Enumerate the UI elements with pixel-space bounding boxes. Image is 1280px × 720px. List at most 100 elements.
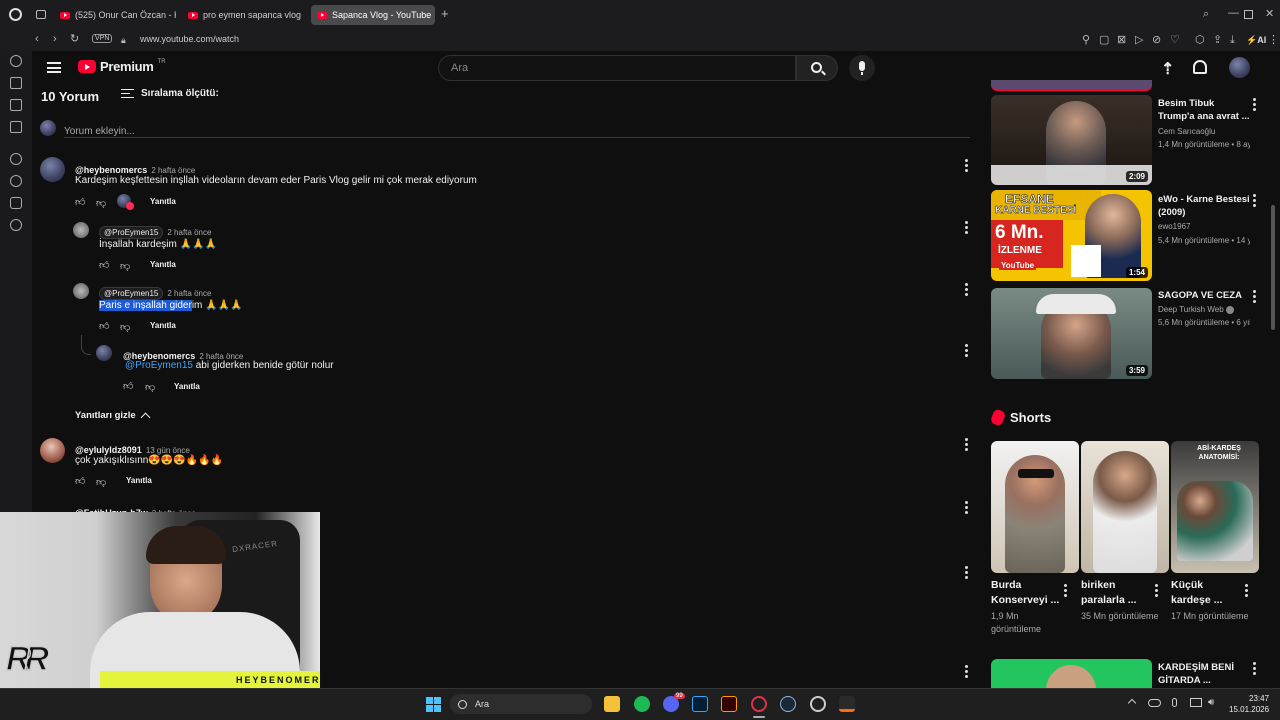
tab-overview-icon[interactable] [36, 10, 46, 19]
tray-monitor-icon[interactable] [1190, 698, 1202, 707]
dislike-icon[interactable]: 👎︎ [96, 197, 106, 209]
comment-menu-icon[interactable] [965, 665, 969, 679]
short-thumbnail[interactable] [991, 441, 1079, 573]
reply-button[interactable]: Yanıtla [126, 476, 152, 485]
video-menu-icon[interactable] [1253, 662, 1257, 676]
dislike-icon[interactable]: 👎︎ [96, 476, 106, 488]
comment-time[interactable]: 2 hafta önce [151, 166, 195, 175]
reload-icon[interactable]: ↻ [70, 33, 79, 45]
voice-search-button[interactable] [849, 55, 875, 81]
short-title[interactable]: Burda Konserveyi ... [991, 578, 1063, 608]
photoshop-icon[interactable] [692, 696, 708, 712]
sidebar-clock-icon[interactable] [10, 175, 22, 187]
search-input[interactable]: Ara [438, 55, 796, 81]
short-menu-icon[interactable] [1155, 584, 1159, 598]
aria-ai-icon[interactable]: ⚡AI [1246, 34, 1266, 46]
reply-avatar[interactable] [73, 222, 89, 238]
like-icon[interactable]: 👍︎ [99, 320, 109, 332]
new-tab-icon[interactable]: + [441, 7, 449, 20]
hide-replies-button[interactable]: Yanıtları gizle [75, 410, 151, 423]
share-icon[interactable]: ⇪ [1213, 34, 1222, 46]
video-title[interactable]: Besim Tibuk Trump'a ana avrat ... [1158, 97, 1250, 123]
reply-button[interactable]: Yanıtla [174, 382, 200, 391]
comment-avatar[interactable] [40, 438, 65, 463]
creator-author-chip[interactable]: @ProEymen15 [99, 226, 164, 239]
tray-mic-icon[interactable] [1172, 698, 1177, 707]
shield-icon[interactable]: ⊘ [1152, 34, 1161, 46]
video-title[interactable]: eWo - Karne Bestesi (2009) [1158, 193, 1250, 219]
url-field[interactable]: www.youtube.com/watch [140, 34, 239, 44]
creator-author-chip[interactable]: @ProEymen15 [99, 287, 164, 300]
heart-icon[interactable]: ♡ [1170, 34, 1180, 46]
dislike-icon[interactable]: 👎︎ [145, 381, 155, 393]
extensions-icon[interactable]: ⬡ [1195, 34, 1205, 46]
comment-menu-icon[interactable] [965, 501, 969, 515]
comment-avatar[interactable] [40, 157, 65, 182]
sidebar-store-icon[interactable] [10, 77, 22, 89]
browser-menu-icon[interactable]: ⋮ [1268, 34, 1279, 46]
mention-link[interactable]: @ProEymen15 [125, 360, 193, 371]
sidebar-extensions-icon[interactable] [10, 197, 22, 209]
search-tabs-icon[interactable]: ⌕ [1203, 8, 1209, 20]
volume-icon[interactable]: 🔊︎ [1208, 697, 1214, 708]
pin-icon[interactable]: ⚲ [1082, 34, 1090, 46]
comment-menu-icon[interactable] [965, 344, 969, 358]
reply-button[interactable]: Yanıtla [150, 260, 176, 269]
video-menu-icon[interactable] [1253, 98, 1257, 112]
video-channel[interactable]: Cem Sarıcaoğlu [1158, 125, 1250, 138]
adblock-icon[interactable]: ⊠ [1117, 34, 1126, 46]
taskbar-search[interactable]: Ara [450, 694, 592, 714]
video-channel[interactable]: ewo1967 [1158, 220, 1250, 233]
comment-menu-icon[interactable] [965, 159, 969, 173]
reply-avatar[interactable] [96, 345, 112, 361]
snapshot-icon[interactable]: ▢ [1099, 34, 1109, 46]
comment-menu-icon[interactable] [965, 283, 969, 297]
previous-video-thumb-edge[interactable] [991, 80, 1152, 91]
video-menu-icon[interactable] [1253, 290, 1257, 304]
video-thumbnail[interactable]: EFSANE KARNE BESTESİ 6 Mn. İZLENME YouTu… [991, 190, 1152, 281]
clock-time[interactable]: 23:47 [1249, 694, 1269, 703]
short-title[interactable]: Küçük kardeşe ... [1171, 578, 1243, 608]
steam-icon[interactable] [780, 696, 796, 712]
reply-avatar[interactable] [73, 283, 89, 299]
vpn-badge[interactable]: VPN [92, 34, 113, 43]
comment-menu-icon[interactable] [965, 566, 969, 580]
short-menu-icon[interactable] [1245, 584, 1249, 598]
media-app-icon[interactable] [839, 696, 855, 712]
tab-pro-eymen[interactable]: pro eymen sapanca vlog [182, 5, 304, 25]
comment-author[interactable]: @eylulyldz8091 [75, 445, 142, 455]
player-icon[interactable]: ▷ [1135, 34, 1143, 46]
reply-button[interactable]: Yanıtla [150, 321, 176, 330]
video-thumbnail[interactable] [991, 659, 1152, 688]
video-title[interactable]: KARDEŞİM BENİ GİTARDA ... [1158, 661, 1250, 687]
sort-button[interactable]: Sıralama ölçütü: [121, 88, 219, 99]
short-menu-icon[interactable] [1064, 584, 1068, 598]
app-icon[interactable] [810, 696, 826, 712]
upload-icon[interactable]: ⇡ [1161, 59, 1174, 79]
illustrator-icon[interactable] [721, 696, 737, 712]
tray-cloud-icon[interactable] [1148, 699, 1161, 707]
comment-menu-icon[interactable] [965, 438, 969, 452]
youtube-logo[interactable]: Premium TR [78, 59, 166, 74]
spotify-icon[interactable] [634, 696, 650, 712]
like-icon[interactable]: 👍︎ [123, 380, 133, 392]
sidebar-messenger-icon[interactable] [10, 121, 22, 133]
short-thumbnail[interactable] [1081, 441, 1169, 573]
maximize-icon[interactable] [1244, 10, 1253, 19]
minimize-icon[interactable]: — [1228, 7, 1239, 19]
notifications-bell-icon[interactable] [1193, 60, 1207, 74]
download-icon[interactable]: ⤓ [1230, 34, 1235, 46]
close-window-icon[interactable]: ✕ [1265, 8, 1274, 20]
video-thumbnail[interactable]: 2:09 [991, 95, 1152, 185]
video-menu-icon[interactable] [1253, 194, 1257, 208]
sidebar-settings-icon[interactable] [10, 219, 22, 231]
like-icon[interactable]: 👍︎ [75, 196, 85, 208]
short-thumbnail[interactable]: ABİ-KARDEŞ ANATOMİSİ: [1171, 441, 1259, 573]
comment-time[interactable]: 13 gün önce [146, 446, 190, 455]
video-title[interactable]: SAGOPA VE CEZA [1158, 289, 1250, 302]
reply-time[interactable]: 2 hafta önce [167, 228, 211, 237]
search-button[interactable] [796, 55, 838, 81]
opera-gx-icon[interactable] [751, 696, 767, 712]
sidebar-history-icon[interactable] [10, 55, 22, 67]
short-title[interactable]: biriken paralarla ... [1081, 578, 1153, 608]
